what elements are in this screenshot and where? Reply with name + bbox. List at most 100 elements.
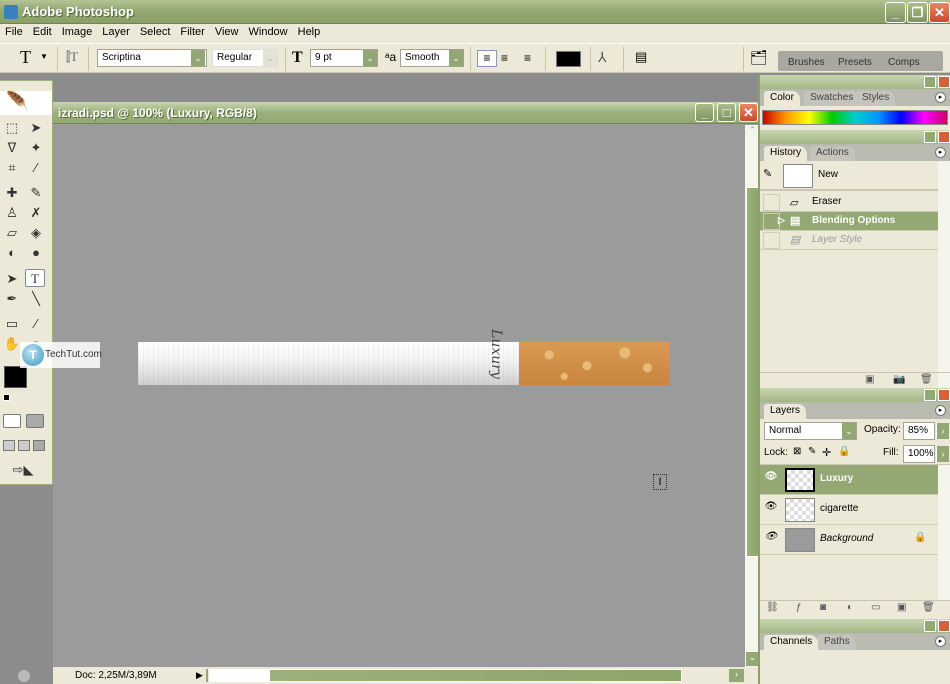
type-tool-icon[interactable]: T [25,269,45,287]
eraser-tool-icon[interactable]: ▱ [2,224,22,242]
tab-color[interactable]: Color [764,91,800,106]
path-selection-tool-icon[interactable]: ➤ [2,270,22,288]
align-center-button[interactable]: ≡ [501,51,508,65]
dodge-tool-icon[interactable]: ● [26,244,46,262]
panel-menu-icon[interactable]: ▸ [935,636,946,647]
layer-style-button-icon[interactable]: ƒ [796,602,802,613]
channels-panel-header[interactable] [760,619,950,633]
panel-menu-icon[interactable]: ▸ [935,92,946,103]
panel-menu-icon[interactable]: ▸ [935,147,946,158]
add-mask-icon[interactable]: ◙ [820,602,826,613]
panel-minimize-button[interactable] [924,131,936,143]
notes-tool-icon[interactable]: ▭ [2,315,22,333]
eyedropper-tool-icon[interactable]: ⁄ [26,315,46,333]
file-browser-icon[interactable]: 🗂 [750,49,768,66]
close-button[interactable]: ✕ [929,2,950,23]
tool-preset-picker[interactable]: T [20,47,31,68]
panel-minimize-button[interactable] [924,620,936,632]
lock-all-icon[interactable]: 🔒 [838,446,850,457]
screen-mode-full-icon[interactable] [33,440,45,451]
blur-tool-icon[interactable]: ◐ [2,244,22,262]
color-panel-header[interactable] [760,75,950,89]
lock-position-icon[interactable]: ✛ [822,446,831,459]
scroll-track[interactable] [209,669,269,682]
chevron-down-icon[interactable]: ▼ [40,52,48,61]
doc-close-button[interactable]: ✕ [739,103,758,122]
history-panel-header[interactable] [760,130,950,144]
visibility-eye-icon[interactable]: 👁 [763,471,779,487]
new-layer-icon[interactable]: ▣ [897,602,906,613]
jump-to-imageready-icon[interactable]: ⇨◣ [3,461,43,479]
text-color-swatch[interactable] [556,51,581,67]
well-tab-brushes[interactable]: Brushes [788,57,825,68]
text-orientation-icon[interactable]: ⫿T [66,49,78,65]
line-tool-icon[interactable]: ╲ [26,290,46,308]
palettes-toggle-icon[interactable]: ▤ [635,49,647,65]
warp-text-icon[interactable]: ⅄ [598,49,607,66]
delete-layer-icon[interactable]: 🗑 [922,602,935,613]
feather-logo-icon[interactable]: 🪶 [0,91,52,115]
magic-wand-tool-icon[interactable]: ✦ [26,139,46,157]
align-right-button[interactable]: ≡ [524,51,531,65]
tab-history[interactable]: History [764,146,808,161]
chevron-down-icon[interactable]: ⌄ [448,50,463,66]
doc-size-info[interactable]: Doc: 2,25M/3,89M [75,670,157,681]
history-item[interactable]: ▤ Layer Style [760,231,938,250]
well-tab-presets[interactable]: Presets [838,57,872,68]
clone-stamp-tool-icon[interactable]: ♙ [2,204,22,222]
move-tool-icon[interactable]: ➤ [26,119,46,137]
menu-edit[interactable]: Edit [28,24,57,40]
menu-filter[interactable]: Filter [175,24,209,40]
layer-row[interactable]: 👁 Luxury [760,465,938,495]
history-source-checkbox[interactable] [763,232,780,249]
tab-channels[interactable]: Channels [764,635,819,650]
layers-panel-header[interactable] [760,388,950,402]
align-left-button[interactable]: ≡ [477,50,497,67]
doc-maximize-button[interactable]: □ [717,103,736,122]
lock-transparency-icon[interactable]: ⊠ [793,446,801,457]
horizontal-scroll-thumb[interactable] [269,669,682,682]
panel-minimize-button[interactable] [924,389,936,401]
paint-bucket-tool-icon[interactable]: ◈ [26,224,46,242]
standard-mode-icon[interactable] [3,414,21,428]
panel-minimize-button[interactable] [924,76,936,88]
screen-mode-full-menu-icon[interactable] [18,440,30,451]
link-layers-icon[interactable]: ⛓ [766,602,779,613]
restore-button[interactable]: ❐ [907,2,928,23]
adjustment-layer-icon[interactable]: ◐ [847,602,853,613]
menu-select[interactable]: Select [135,24,176,40]
chevron-down-icon[interactable]: ⌄ [841,423,856,439]
status-menu-arrow-icon[interactable]: ▶ [196,670,203,681]
layer-row[interactable]: 👁 Background 🔒 [760,525,938,555]
tab-layers[interactable]: Layers [764,404,807,419]
menu-view[interactable]: View [210,24,244,40]
hand-tool-icon[interactable]: ✋ [2,335,22,353]
tab-paths[interactable]: Paths [818,635,856,650]
panel-close-button[interactable] [938,76,950,88]
panel-close-button[interactable] [938,620,950,632]
delete-icon[interactable]: 🗑 [920,374,933,385]
tab-swatches[interactable]: Swatches [804,91,860,106]
fill-slider-arrow[interactable]: › [936,446,949,462]
new-snapshot-icon[interactable]: 📷 [893,374,905,385]
canvas[interactable]: Luxury I [53,125,745,667]
menu-image[interactable]: Image [57,24,98,40]
menu-layer[interactable]: Layer [97,24,135,40]
screen-mode-standard-icon[interactable] [3,440,15,451]
slice-tool-icon[interactable]: ⁄ [26,159,46,177]
crop-tool-icon[interactable]: ⌗ [2,159,22,177]
opacity-slider-arrow[interactable]: › [936,423,949,439]
tab-styles[interactable]: Styles [856,91,896,106]
menu-window[interactable]: Window [244,24,293,40]
minimize-button[interactable]: _ [885,2,906,23]
visibility-eye-icon[interactable]: 👁 [763,501,779,517]
scroll-right-button[interactable]: › [729,669,744,682]
history-source-checkbox[interactable] [763,194,780,211]
layer-row[interactable]: 👁 cigarette [760,495,938,525]
healing-brush-tool-icon[interactable]: ✚ [2,184,22,202]
menu-file[interactable]: File [0,24,28,40]
panel-close-button[interactable] [938,131,950,143]
brush-tool-icon[interactable]: ✎ [26,184,46,202]
foreground-color-swatch[interactable] [4,366,27,388]
menu-help[interactable]: Help [293,24,326,40]
